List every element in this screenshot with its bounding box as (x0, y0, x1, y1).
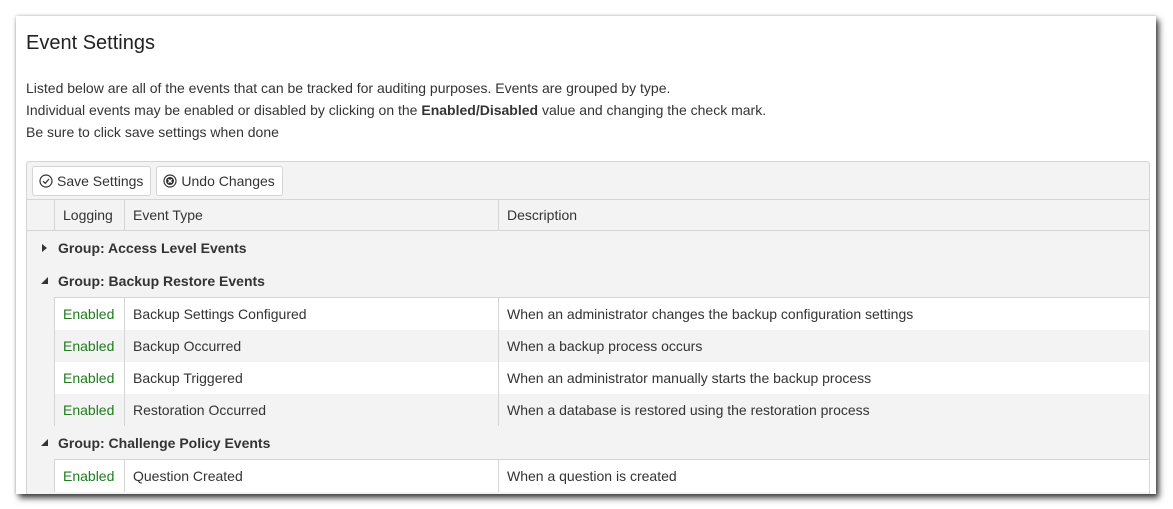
group-label: Group: Challenge Policy Events (58, 434, 271, 451)
header-logging[interactable]: Logging (54, 200, 124, 230)
intro-line-1: Listed below are all of the events that … (26, 80, 671, 96)
undo-changes-button[interactable]: Undo Changes (156, 165, 283, 196)
intro-line-2-bold: Enabled/Disabled (421, 102, 539, 118)
group-label: Group: Backup Restore Events (58, 272, 265, 289)
event-type-cell: Backup Occurred (124, 330, 498, 362)
event-type-cell: Restoration Occurred (124, 394, 498, 426)
event-type-cell: Backup Settings Configured (124, 298, 498, 330)
page-title: Event Settings (26, 32, 155, 54)
intro-line-3: Be sure to click save settings when done (26, 124, 279, 140)
event-type-cell: Backup Triggered (124, 362, 498, 394)
save-settings-button[interactable]: Save Settings (32, 165, 152, 196)
grid-header: Logging Event Type Description (27, 200, 1149, 231)
intro-text: Listed below are all of the events that … (26, 77, 766, 143)
table-row[interactable]: Enabled Backup Settings Configured When an… (54, 298, 1149, 330)
event-type-cell: Question Created (124, 460, 498, 492)
description-cell: When a question is created (498, 460, 1149, 492)
group-list: Group: Access Level Events Group: Backup … (27, 231, 1149, 492)
header-description[interactable]: Description (498, 200, 1149, 230)
description-cell: When an administrator changes the backup… (498, 298, 1149, 330)
intro-line-2-prefix: Individual events may be enabled or disa… (26, 102, 422, 118)
group-body: Enabled Backup Settings Configured When an… (54, 297, 1149, 426)
logging-cell[interactable]: Enabled (54, 362, 124, 394)
logging-cell[interactable]: Enabled (54, 460, 124, 492)
intro-line-2-suffix: value and changing the check mark. (538, 102, 767, 118)
screenshot-frame: Event Settings Listed below are all of t… (16, 16, 1156, 494)
description-cell: When a backup process occurs (498, 330, 1149, 362)
group-header[interactable]: Group: Backup Restore Events (27, 264, 1149, 297)
expand-arrow-icon[interactable] (27, 243, 54, 252)
group-header[interactable]: Group: Access Level Events (27, 231, 1149, 264)
undo-changes-label: Undo Changes (181, 172, 275, 189)
logging-cell[interactable]: Enabled (54, 330, 124, 362)
grid-toolbar: Save Settings Undo Changes (27, 162, 1149, 200)
header-expand-cell (27, 200, 54, 230)
x-circle-icon (163, 173, 177, 188)
table-row[interactable]: Enabled Backup Occurred When a backup proc… (54, 330, 1149, 362)
description-cell: When an administrator manually starts th… (498, 362, 1149, 394)
check-circle-icon (39, 173, 53, 188)
logging-cell[interactable]: Enabled (54, 298, 124, 330)
group-header[interactable]: Group: Challenge Policy Events (27, 426, 1149, 459)
logging-cell[interactable]: Enabled (54, 394, 124, 426)
save-settings-label: Save Settings (57, 172, 144, 189)
table-row[interactable]: Enabled Backup Triggered When an administr… (54, 362, 1149, 394)
group-label: Group: Access Level Events (58, 239, 247, 256)
intro-line-2: Individual events may be enabled or disa… (26, 99, 766, 121)
description-cell: When a database is restored using the re… (498, 394, 1149, 426)
header-event-type[interactable]: Event Type (124, 200, 498, 230)
table-row[interactable]: Enabled Question Created When a question i… (54, 460, 1149, 492)
collapse-arrow-icon[interactable] (27, 439, 54, 446)
events-grid: Save Settings Undo Changes Logging Event… (26, 161, 1150, 494)
collapse-arrow-icon[interactable] (27, 277, 54, 284)
table-row[interactable]: Enabled Restoration Occurred When a databa… (54, 394, 1149, 426)
group-body: Enabled Question Created When a question i… (54, 459, 1149, 492)
